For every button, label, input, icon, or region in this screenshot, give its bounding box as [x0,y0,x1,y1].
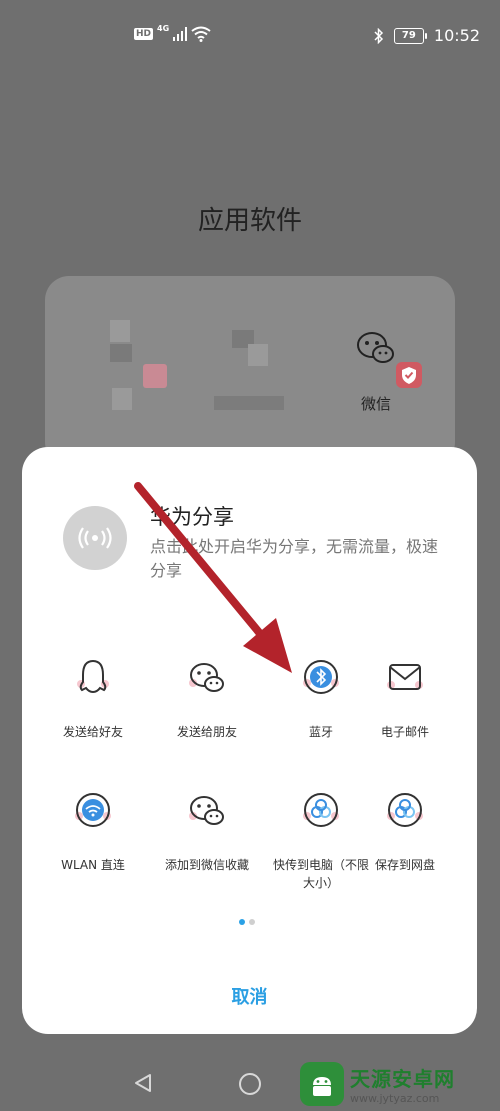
share-targets-row-2: WLAN 直连 添加到微信收藏 快传到电脑（不限大小） 保存到网盘 [22,790,477,900]
signal-icon [173,27,188,41]
watermark-name: 天源安卓网 [350,1066,455,1091]
wechat-favorite-icon [189,796,224,825]
page-dot-active [239,919,245,925]
share-target-wechat-favorite[interactable]: 添加到微信收藏 [150,790,264,874]
bluetooth-icon-wrap [301,657,341,697]
blurred-app-tile [112,388,132,410]
watermark: 天源安卓网 www.jytyaz.com [300,1056,500,1111]
cloud-drive-icon-wrap [385,790,425,830]
watermark-text: 天源安卓网 www.jytyaz.com [350,1063,455,1105]
qq-icon [77,659,109,694]
share-target-email[interactable]: 电子邮件 [348,657,462,741]
blurred-app-tile [110,344,132,362]
share-targets-row-1: 发送给好友 发送给朋友 蓝牙 电子邮件 [22,657,477,767]
wechat-icon[interactable] [356,330,396,366]
wlan-direct-icon [75,793,111,827]
huawei-share-button[interactable] [63,506,127,570]
share-target-label: 电子邮件 [380,725,429,739]
qq-icon-wrap [73,657,113,697]
page-dot-inactive[interactable] [249,919,255,925]
bluetooth-status-icon [374,27,383,44]
battery-indicator: 79 [393,27,427,44]
back-icon[interactable] [132,1072,154,1094]
hd-badge: HD [134,28,154,40]
watermark-url: www.jytyaz.com [350,1091,440,1105]
bluetooth-icon [303,660,339,694]
share-target-label: 发送给朋友 [176,725,237,739]
share-target-label: 发送给好友 [62,725,123,739]
shield-badge-icon [396,362,422,388]
watermark-logo [300,1061,344,1106]
cloud-drive-icon [387,793,423,827]
blurred-app-tile [248,344,268,366]
home-icon[interactable] [238,1072,262,1096]
share-target-label: 添加到微信收藏 [164,858,249,872]
email-icon-wrap [385,657,425,697]
share-sheet: 华为分享 点击此处开启华为分享，无需流量，极速分享 发送给好友 发送给朋友 蓝牙… [22,447,477,1034]
huawei-share-title[interactable]: 华为分享 [150,501,234,531]
background-app-label-wechat: 微信 [360,395,391,413]
wechat-icon [189,663,224,692]
wechat-favorite-icon-wrap [187,790,227,830]
share-target-wechat-friend[interactable]: 发送给朋友 [150,657,264,741]
huawei-share-description[interactable]: 点击此处开启华为分享，无需流量，极速分享 [150,535,450,583]
transfer-to-pc-icon-wrap [301,790,341,830]
share-target-label: 保存到网盘 [374,858,435,872]
status-bar: HD 4G 79 10:52 [0,0,500,76]
cancel-button[interactable]: 取消 [22,983,477,1009]
android-logo-icon [313,1076,331,1096]
share-target-label: WLAN 直连 [61,858,125,872]
background-page-title: 应用软件 [197,206,302,236]
transfer-to-pc-icon [303,793,339,827]
blurred-app-tile [110,320,130,342]
blurred-app-badge [143,364,167,388]
wifi-icon [191,26,211,42]
email-icon [387,664,423,690]
share-target-wlan-direct[interactable]: WLAN 直连 [36,790,150,874]
wlan-direct-icon-wrap [73,790,113,830]
network-type: 4G [157,23,170,33]
status-left: HD 4G [134,23,211,42]
status-right: 79 10:52 [374,26,480,45]
status-clock: 10:52 [433,26,480,45]
blurred-app-label [214,396,284,410]
background-app-card [45,276,455,466]
share-target-qq-friend[interactable]: 发送给好友 [36,657,150,741]
wechat-icon-wrap [187,657,227,697]
page-indicator [239,919,255,925]
huawei-share-icon [78,527,112,549]
share-target-cloud-drive[interactable]: 保存到网盘 [348,790,462,874]
